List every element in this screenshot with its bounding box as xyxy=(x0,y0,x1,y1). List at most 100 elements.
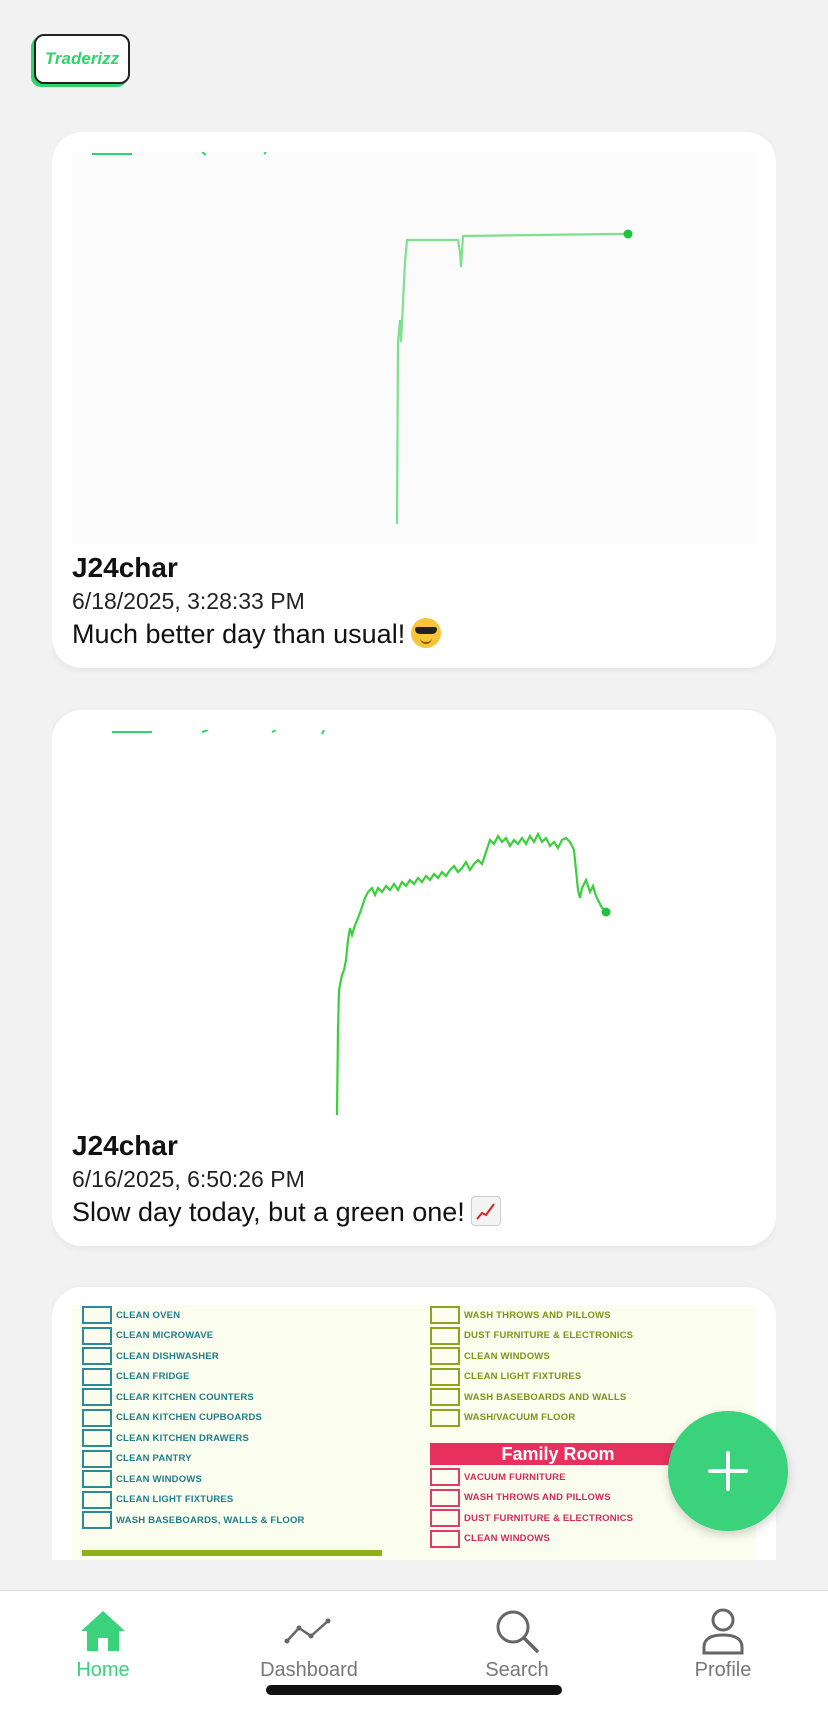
line-chart-icon xyxy=(284,1605,334,1657)
post-card[interactable]: J24char 6/16/2025, 6:50:26 PM Slow day t… xyxy=(52,710,776,1246)
chart-series-line xyxy=(335,831,606,1116)
checklist-item-label: CLEAN WINDOWS xyxy=(116,1473,202,1485)
checklist-item: WASH THROWS AND PILLOWS xyxy=(430,1488,633,1509)
checklist-item-label: CLEAN LIGHT FIXTURES xyxy=(116,1494,234,1506)
post-caption-text: Slow day today, but a green one! xyxy=(72,1197,465,1227)
checkbox-icon xyxy=(82,1347,112,1366)
checklist-item-label: WASH THROWS AND PILLOWS xyxy=(464,1309,611,1321)
checklist-item-label: VACUUM FURNITURE xyxy=(464,1471,566,1483)
checkbox-icon xyxy=(430,1509,460,1528)
post-feed[interactable]: J24char 6/18/2025, 3:28:33 PM Much bette… xyxy=(52,132,776,1560)
post-username[interactable]: J24char xyxy=(72,552,178,584)
checkbox-icon xyxy=(430,1529,460,1548)
post-timestamp: 6/16/2025, 6:50:26 PM xyxy=(72,1166,305,1192)
checklist-item-label: CLEAN PANTRY xyxy=(116,1453,192,1465)
checkbox-icon xyxy=(82,1470,112,1489)
home-indicator xyxy=(266,1685,562,1695)
checklist-item-label: CLEAN FRIDGE xyxy=(116,1371,190,1383)
tab-dashboard[interactable]: Dashboard xyxy=(234,1605,384,1682)
home-icon xyxy=(78,1605,128,1657)
checkbox-icon xyxy=(82,1326,112,1345)
checklist-item: DUST FURNITURE & ELECTRONICS xyxy=(430,1326,633,1347)
chart-background xyxy=(72,152,756,544)
checklist-column-living: WASH THROWS AND PILLOWS DUST FURNITURE & … xyxy=(430,1305,633,1428)
search-icon xyxy=(494,1605,540,1657)
post-caption-text: Much better day than usual! xyxy=(72,619,406,649)
checklist-item: WASH/VACUUM FLOOR xyxy=(430,1408,633,1429)
post-caption: Slow day today, but a green one! xyxy=(72,1196,501,1228)
checklist-item: DUST FURNITURE & ELECTRONICS xyxy=(430,1508,633,1529)
checkbox-icon xyxy=(430,1367,460,1386)
tab-label: Dashboard xyxy=(260,1659,358,1681)
checklist-item: CLEAN WINDOWS xyxy=(430,1346,633,1367)
checklist-column-family-room: VACUUM FURNITURE WASH THROWS AND PILLOWS D… xyxy=(430,1467,633,1549)
checklist-item-label: CLEAR KITCHEN COUNTERS xyxy=(116,1391,254,1403)
tab-search[interactable]: Search xyxy=(442,1605,592,1682)
tab-profile[interactable]: Profile xyxy=(648,1605,798,1682)
checkbox-icon xyxy=(82,1408,112,1427)
checkbox-icon xyxy=(82,1449,112,1468)
checkbox-icon xyxy=(430,1388,460,1407)
checkbox-icon xyxy=(430,1306,460,1325)
checklist-item-label: CLEAN KITCHEN CUPBOARDS xyxy=(116,1412,263,1424)
chart-end-point xyxy=(601,907,611,917)
checkbox-icon xyxy=(82,1429,112,1448)
plus-icon xyxy=(708,1451,748,1491)
checklist-item: CLEAN OVEN xyxy=(82,1305,305,1326)
pnl-line-chart xyxy=(112,730,611,1116)
checklist-item: WASH BASEBOARDS AND WALLS xyxy=(430,1387,633,1408)
checkbox-icon xyxy=(430,1326,460,1345)
checklist-item: WASH THROWS AND PILLOWS xyxy=(430,1305,633,1326)
tab-label: Home xyxy=(76,1659,130,1681)
checklist-item: CLEAN WINDOWS xyxy=(430,1529,633,1550)
checklist-item-label: CLEAN DISHWASHER xyxy=(116,1350,219,1362)
checklist-item: CLEAN KITCHEN CUPBOARDS xyxy=(82,1408,305,1429)
checklist-item: WASH BASEBOARDS, WALLS & FLOOR xyxy=(82,1510,305,1531)
checkbox-icon xyxy=(430,1347,460,1366)
checkbox-icon xyxy=(430,1488,460,1507)
checklist-item: CLEAN WINDOWS xyxy=(82,1469,305,1490)
tab-home[interactable]: Home xyxy=(28,1605,178,1682)
checkbox-icon xyxy=(430,1408,460,1427)
tab-label: Search xyxy=(485,1659,549,1681)
post-chart xyxy=(72,152,756,544)
post-image-cleaning-checklist: CLEAN OVEN CLEAN MICROWAVE CLEAN DISHWASHE… xyxy=(72,1305,756,1560)
app-logo[interactable]: Traderizz xyxy=(34,34,130,84)
post-caption: Much better day than usual! xyxy=(72,618,442,650)
checklist-item-label: DUST FURNITURE & ELECTRONICS xyxy=(464,1330,634,1342)
checklist-item-label: CLEAN LIGHT FIXTURES xyxy=(464,1371,582,1383)
post-card[interactable]: CLEAN OVEN CLEAN MICROWAVE CLEAN DISHWASHE… xyxy=(52,1287,776,1560)
checklist-item-label: WASH BASEBOARDS, WALLS & FLOOR xyxy=(116,1514,305,1526)
smiling-face-with-sunglasses-icon xyxy=(411,618,442,648)
checklist-item: CLEAN DISHWASHER xyxy=(82,1346,305,1367)
chart-increasing-icon xyxy=(470,1196,501,1226)
checkbox-icon xyxy=(82,1388,112,1407)
checklist-divider xyxy=(82,1550,382,1556)
tab-label: Profile xyxy=(694,1659,752,1681)
checklist-item: CLEAN KITCHEN DRAWERS xyxy=(82,1428,305,1449)
checklist-item: CLEAN MICROWAVE xyxy=(82,1326,305,1347)
checkbox-icon xyxy=(82,1367,112,1386)
checklist-item-label: CLEAN KITCHEN DRAWERS xyxy=(116,1432,249,1444)
pnl-line-chart xyxy=(72,152,756,544)
post-timestamp: 6/18/2025, 3:28:33 PM xyxy=(72,588,305,614)
create-post-button[interactable] xyxy=(668,1411,788,1531)
checklist-item-label: CLEAN MICROWAVE xyxy=(116,1330,214,1342)
checklist-item-label: WASH BASEBOARDS AND WALLS xyxy=(464,1391,627,1403)
checklist-item: CLEAN FRIDGE xyxy=(82,1367,305,1388)
checklist-item: CLEAR KITCHEN COUNTERS xyxy=(82,1387,305,1408)
post-card[interactable]: J24char 6/18/2025, 3:28:33 PM Much bette… xyxy=(52,132,776,668)
post-chart xyxy=(72,730,756,1122)
checkbox-icon xyxy=(82,1490,112,1509)
checklist-item-label: WASH/VACUUM FLOOR xyxy=(464,1412,576,1424)
checklist-item: CLEAN PANTRY xyxy=(82,1449,305,1470)
checklist-item-label: CLEAN WINDOWS xyxy=(464,1350,550,1362)
checklist-item-label: WASH THROWS AND PILLOWS xyxy=(464,1492,611,1504)
post-username[interactable]: J24char xyxy=(72,1130,178,1162)
checklist-item: CLEAN LIGHT FIXTURES xyxy=(430,1367,633,1388)
checklist-item: CLEAN LIGHT FIXTURES xyxy=(82,1490,305,1511)
checklist-item-label: CLEAN WINDOWS xyxy=(464,1533,550,1545)
checklist-column-kitchen: CLEAN OVEN CLEAN MICROWAVE CLEAN DISHWASHE… xyxy=(82,1305,305,1531)
checklist-item: VACUUM FURNITURE xyxy=(430,1467,633,1488)
checkbox-icon xyxy=(82,1306,112,1325)
